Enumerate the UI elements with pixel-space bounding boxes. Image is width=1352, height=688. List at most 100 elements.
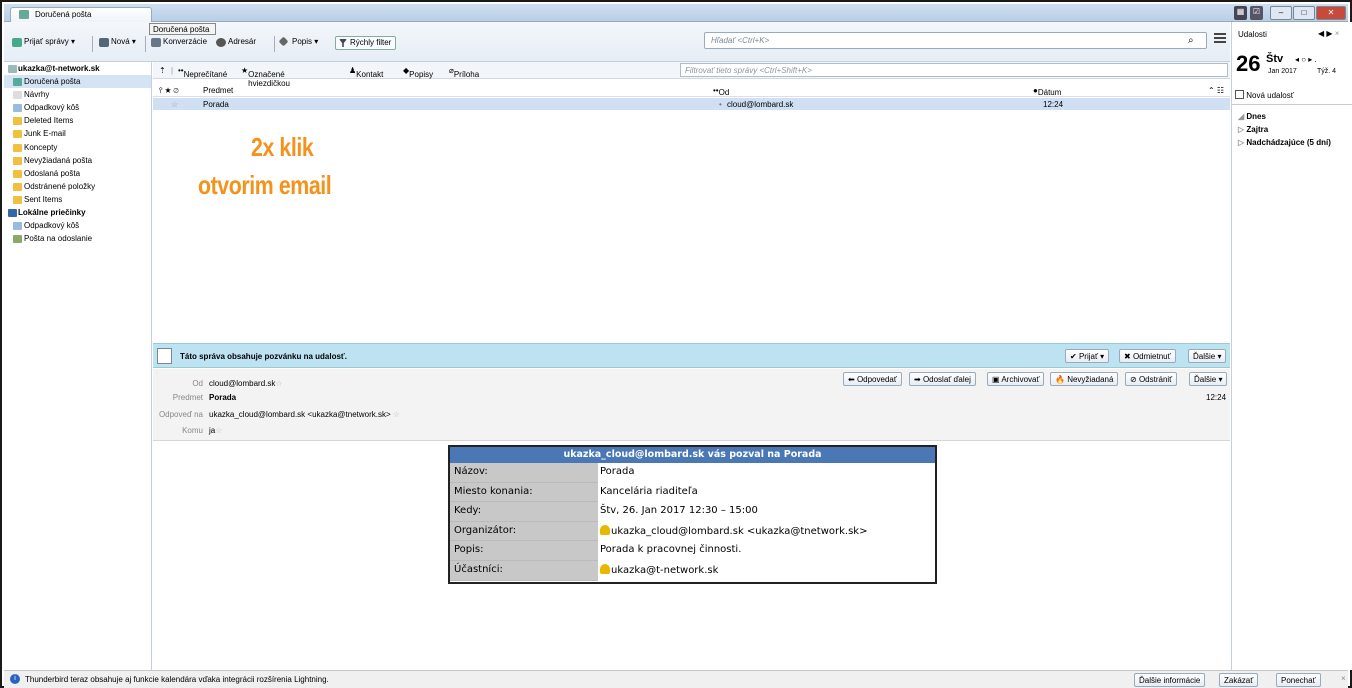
today-pane: Udalosti ◀ ▶ × 26 Štv ◂ ○ ▸ . Jan 2017 T…: [1231, 22, 1352, 670]
expand-icon: ◢: [1238, 112, 1245, 121]
filter-input[interactable]: Filtrovať tieto správy <Ctrl+Shift+K>: [680, 63, 1228, 77]
qf-tags-button[interactable]: ◆ Popisy: [403, 66, 433, 79]
inbox-icon: [13, 78, 22, 87]
sticky-pin-icon[interactable]: ⇡: [159, 66, 166, 75]
header-more-button[interactable]: Ďalšie ▾: [1189, 372, 1228, 386]
qf-attachment-button[interactable]: ⌀ Príloha: [449, 66, 479, 79]
from-value[interactable]: cloud@lombard.sk☆: [209, 379, 283, 388]
reply-button[interactable]: ⬅ Odpovedať: [843, 372, 902, 386]
drafts-icon: [13, 91, 22, 100]
invite-value: Štv, 26. Jan 2017 12:30 – 15:00: [600, 505, 758, 517]
close-notification-icon[interactable]: ×: [1341, 674, 1346, 683]
accept-button[interactable]: ✔ Prijať ▾: [1065, 349, 1110, 363]
agenda-upcoming[interactable]: ▷ Nadchádzajúce (5 dní): [1238, 138, 1331, 147]
reply-to-value[interactable]: ukazka_cloud@lombard.sk <ukazka@tnetwork…: [209, 410, 400, 419]
account-ukazka[interactable]: ukazka@t-network.sk: [4, 62, 151, 75]
star-icon[interactable]: ☆: [171, 100, 178, 109]
folder-inbox[interactable]: Doručená pošta: [4, 75, 151, 89]
address-book-button[interactable]: Adresár: [216, 37, 256, 51]
qf-contact-button[interactable]: ♟ Kontakt: [349, 66, 383, 79]
today-month-year: Jan 2017: [1268, 68, 1297, 75]
more-info-button[interactable]: Ďalšie informácie: [1134, 673, 1206, 687]
qf-starred-button[interactable]: ★ Označené hviezdičkou: [241, 66, 290, 88]
message-list-header: ⫯ ★ ⌀ Predmet •• Od ● Dátum ⌃ ☷: [153, 84, 1230, 97]
invite-value: Porada k pracovnej činnosti.: [600, 544, 742, 556]
title-bar: Doručená pošta ▦ ☑ – □ ✕: [4, 4, 1348, 23]
menu-icon[interactable]: [1214, 33, 1226, 43]
keep-button[interactable]: Ponechať: [1276, 673, 1321, 687]
invite-key: Miesto konania:: [450, 482, 598, 503]
folder-sent-items[interactable]: Sent Items: [4, 193, 151, 206]
download-icon: [12, 38, 22, 47]
calendar-tab-icon[interactable]: ▦: [1234, 6, 1247, 20]
get-mail-button[interactable]: Prijať správy ▾: [12, 37, 75, 51]
folder-icon: [13, 117, 22, 126]
folder-junk-email[interactable]: Junk E-mail: [4, 127, 151, 140]
tasks-tab-icon[interactable]: ☑: [1250, 6, 1263, 20]
today-day: 26: [1236, 51, 1261, 76]
column-picker-icon[interactable]: ⌃ ☷: [1208, 86, 1224, 95]
new-event-button[interactable]: Nová udalosť: [1235, 90, 1294, 100]
junk-button[interactable]: 🔥 Nevyžiadaná: [1050, 372, 1119, 386]
column-date[interactable]: ● Dátum: [1033, 86, 1061, 97]
account-local-folders[interactable]: Lokálne priečinky: [4, 206, 151, 219]
pane-nav-icon[interactable]: ◀ ▶ ×: [1318, 29, 1339, 38]
chat-button[interactable]: Konverzácie: [151, 37, 207, 51]
to-value[interactable]: ja☆: [209, 426, 222, 435]
message-time: 12:24: [1206, 393, 1227, 402]
invite-key: Účastníci:: [450, 560, 598, 581]
forward-button[interactable]: ➡ Odoslať ďalej: [909, 372, 976, 386]
tags-button[interactable]: Popis ▾: [278, 36, 318, 51]
table-row[interactable]: ☆ Porada • cloud@lombard.sk 12:24: [153, 98, 1230, 110]
computer-icon: [8, 209, 17, 218]
star-icon[interactable]: ☆: [393, 410, 400, 419]
new-message-button[interactable]: Nová ▾: [99, 37, 136, 51]
maximize-icon[interactable]: □: [1293, 6, 1315, 20]
compose-icon: [99, 38, 109, 47]
folder-trash[interactable]: Odpadkový kôš: [4, 101, 151, 114]
delete-button[interactable]: ⊘ Odstrániť: [1125, 372, 1178, 386]
folder-local-trash[interactable]: Odpadkový kôš: [4, 219, 151, 232]
agenda-tomorrow[interactable]: ▷ Zajtra: [1238, 125, 1268, 134]
agenda-today[interactable]: ◢ Dnes: [1238, 112, 1266, 121]
invitation-card: ukazka_cloud@lombard.sk vás pozval na Po…: [448, 445, 937, 584]
folder-drafts[interactable]: Návrhy: [4, 88, 151, 101]
trash-icon: [13, 104, 22, 113]
disable-button[interactable]: Zakázať: [1219, 673, 1259, 687]
toolbar-separator: [92, 36, 93, 52]
info-icon: i: [10, 674, 20, 684]
address-book-icon: [216, 38, 226, 47]
search-input[interactable]: Hľadať <Ctrl+K>: [704, 32, 1207, 49]
archive-button[interactable]: ▣ Archivovať: [987, 372, 1045, 386]
qf-unread-button[interactable]: •• Neprečítané: [178, 66, 227, 79]
column-from[interactable]: •• Od: [713, 86, 729, 97]
folder-spam[interactable]: Nevyžiadaná pošta: [4, 154, 151, 167]
folder-icon: [13, 143, 22, 152]
search-icon[interactable]: ⌕: [1188, 35, 1194, 46]
decline-button[interactable]: ✖ Odmietnuť: [1119, 349, 1176, 363]
folder-deleted-items[interactable]: Deleted Items: [4, 114, 151, 127]
tab-inbox[interactable]: Doručená pošta: [10, 7, 152, 23]
folder-outbox[interactable]: Pošta na odoslanie: [4, 232, 151, 245]
calendar-icon: [1235, 90, 1244, 99]
minimize-icon[interactable]: –: [1270, 6, 1292, 20]
folder-sent[interactable]: Odoslaná pošta: [4, 167, 151, 180]
annotation-line2: otvorim email: [198, 170, 332, 200]
close-icon[interactable]: ✕: [1316, 6, 1346, 20]
folder-icon: [13, 130, 22, 139]
quick-filter-button[interactable]: Rýchly filter: [335, 36, 397, 50]
column-subject[interactable]: Predmet: [203, 86, 233, 95]
invitation-bar: Táto správa obsahuje pozvánku na udalosť…: [153, 343, 1230, 368]
folder-koncepty[interactable]: Koncepty: [4, 141, 151, 154]
trash-icon: [13, 222, 22, 231]
day-nav-icon[interactable]: ◂ ○ ▸ .: [1295, 55, 1317, 64]
subject-value: Porada: [209, 393, 237, 402]
invite-row-description: Popis: Porada k pracovnej činnosti.: [450, 541, 935, 561]
from-label: Od: [192, 379, 203, 388]
star-icon[interactable]: ☆: [215, 426, 222, 435]
thread-column-icon[interactable]: ⫯ ★ ⌀: [159, 86, 179, 96]
to-label: Komu: [182, 426, 203, 435]
folder-removed[interactable]: Odstránené položky: [4, 180, 151, 193]
star-icon[interactable]: ☆: [275, 379, 282, 388]
invitation-more-button[interactable]: Ďalšie ▾: [1188, 349, 1227, 363]
